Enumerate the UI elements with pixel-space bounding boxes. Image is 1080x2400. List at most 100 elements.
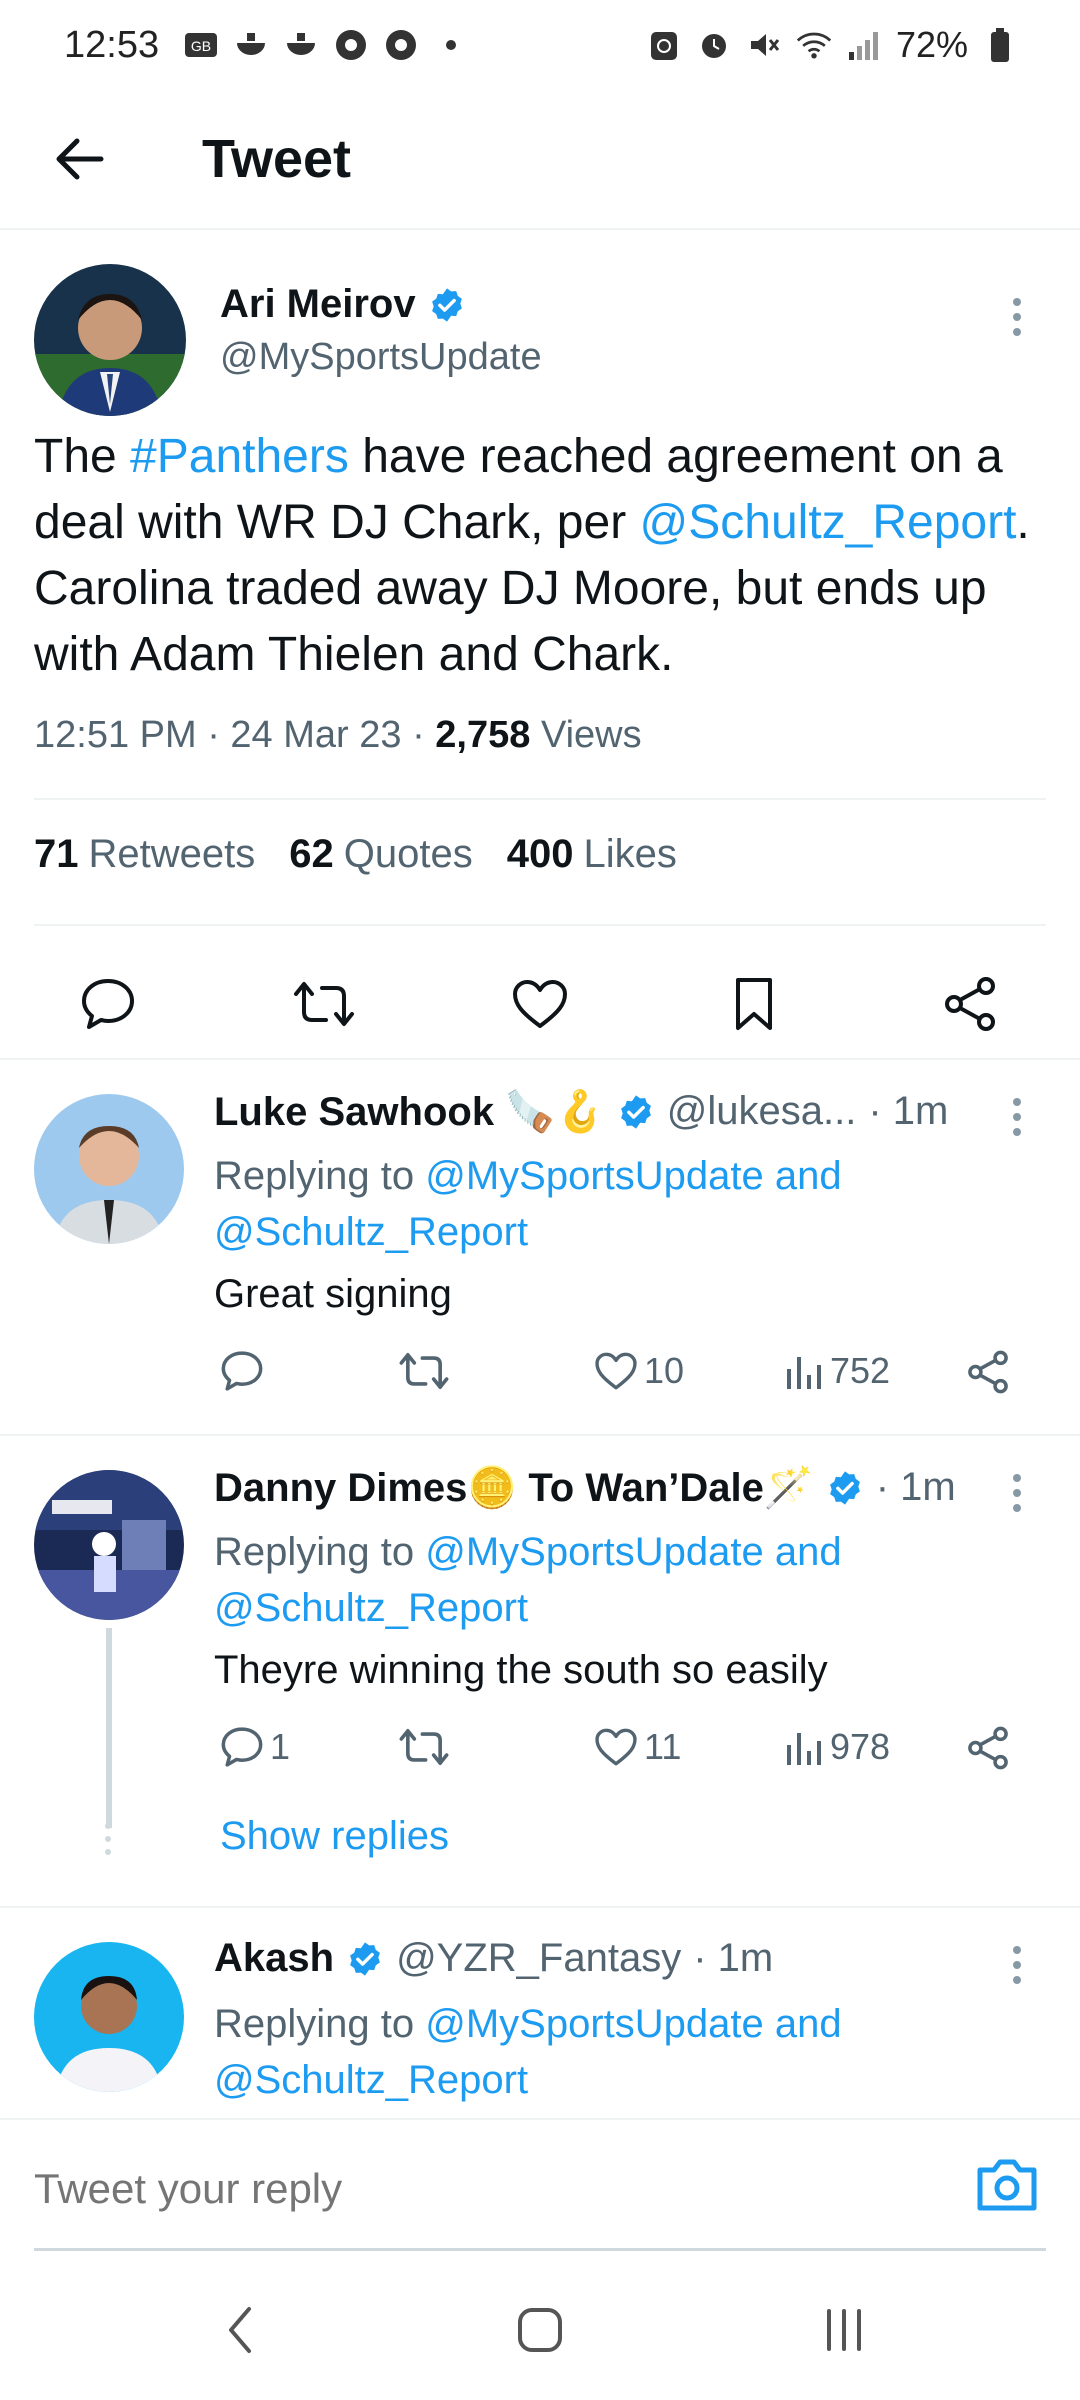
alarm-icon [696,27,732,63]
status-left: 12:53 GB [64,24,469,67]
more-notifications-dot-icon [433,27,469,63]
mute-icon [746,27,782,63]
retweet-button[interactable] [292,972,356,1036]
reply-author-handle[interactable]: @lukesa... [667,1089,857,1134]
likes-label: Likes [583,832,677,876]
reply-author-name[interactable]: Luke Sawhook 🪚🪝 [214,1088,605,1135]
reply-tweet[interactable]: Luke Sawhook 🪚🪝 @lukesa... · 1m Replying… [0,1060,1080,1434]
replying-to: Replying to @MySportsUpdate and @Schultz_… [214,1524,842,1636]
replying-to-link[interactable]: @Schultz_Report [214,2058,528,2102]
views-button[interactable]: 752 [784,1350,890,1392]
battery-percentage: 72% [895,24,968,65]
retweet-icon [399,1729,449,1765]
reply-button[interactable] [76,972,140,1036]
reply-author-handle[interactable]: @YZR_Fantasy [396,1936,681,1981]
nav-home-icon [518,2308,562,2352]
back-button[interactable] [30,109,130,209]
camera-icon [977,2159,1037,2211]
mention-link[interactable]: @Schultz_Report [640,496,1017,549]
voicemail-icon: GB [183,27,219,63]
reply-author-name[interactable]: Akash [214,1936,334,1981]
nav-recents-button[interactable] [804,2300,884,2360]
views-icon [787,1733,821,1765]
reply-icon [221,1727,263,1767]
reply-avatar[interactable] [34,1942,184,2092]
thread-dots-icon [102,1822,114,1861]
verified-badge-icon [350,1941,380,1976]
tweet-text: The #Panthers have reached agreement on … [34,424,1044,688]
reply-tweet[interactable]: Akash @YZR_Fantasy · 1m Replying to @MyS… [0,1908,1080,2118]
views-label: Views [530,714,642,756]
page-title: Tweet [202,129,352,189]
replying-to-link[interactable]: @MySportsUpdate and [425,2002,841,2046]
retweet-button[interactable] [398,1350,450,1392]
back-arrow-icon [56,138,104,180]
replying-to-link[interactable]: @MySportsUpdate and [425,1530,841,1574]
reply-time: · 1m [875,1465,956,1509]
composer-underline [34,2248,1046,2251]
replying-to-link[interactable]: @Schultz_Report [214,1586,528,1630]
more-vertical-icon [1013,1946,1021,1984]
reply-avatar[interactable] [34,1094,184,1244]
more-vertical-icon [1013,1474,1021,1512]
like-icon [595,1352,637,1390]
author-name[interactable]: Ari Meirov [220,282,416,327]
status-right: 72% [646,24,1018,66]
nav-back-button[interactable] [200,2300,280,2360]
replying-to-link[interactable]: @Schultz_Report [214,1210,528,1254]
reply-more-button[interactable] [1002,1468,1032,1518]
replying-to-link[interactable]: @MySportsUpdate and [425,1154,841,1198]
reply-icon [82,979,134,1029]
reply-input[interactable] [34,2154,1044,2224]
reply-tweet[interactable]: Danny Dimes🪙 To Wan’Dale🪄 · 1m Replying … [0,1436,1080,1906]
share-button[interactable] [966,1726,1010,1770]
wifi-icon [796,27,832,63]
reply-time: · 1m [868,1089,949,1133]
share-button[interactable] [966,1350,1010,1394]
reply-avatar[interactable] [34,1470,184,1620]
reply-more-button[interactable] [1002,1092,1032,1142]
retweets-label: Retweets [88,832,256,876]
verified-badge-icon [620,1094,651,1129]
replying-to-prefix: Replying to [214,1530,426,1574]
reply-more-button[interactable] [1002,1940,1032,1990]
reply-button[interactable] [220,1350,270,1392]
more-vertical-icon [1013,298,1021,336]
tweet-author-row: Ari Meirov @MySportsUpdate [0,232,1080,422]
recycle-icon [646,27,682,63]
share-button[interactable] [938,972,1002,1036]
bookmark-icon [736,978,772,1030]
bookmark-button[interactable] [722,972,786,1036]
replying-to-prefix: Replying to [214,2002,426,2046]
views-button[interactable]: 978 [784,1726,890,1768]
tweet-meta: 12:51 PM · 24 Mar 23 · 2,758 Views [34,714,642,757]
author-name-row[interactable]: Ari Meirov [220,282,466,327]
main-tweet: Ari Meirov @MySportsUpdate The #Panthers… [0,232,1080,1031]
quotes-stat[interactable]: 62 Quotes [289,832,472,877]
status-bar: 12:53 GB 72% [0,0,1080,90]
tweet-timestamp[interactable]: 12:51 PM · 24 Mar 23 · [34,714,435,756]
reply-text: Theyre winning the south so easily [214,1648,828,1692]
retweets-stat[interactable]: 71 Retweets [34,832,255,877]
views-count: 2,758 [435,714,531,756]
likes-stat[interactable]: 400 Likes [507,832,677,877]
tweet-more-button[interactable] [1002,292,1032,342]
retweet-button[interactable] [398,1726,450,1768]
quotes-label: Quotes [343,832,473,876]
reply-text: Great signing [214,1272,452,1316]
reply-action-bar: 10 752 [214,1350,1034,1410]
reply-button[interactable]: 1 [220,1726,290,1768]
replying-to: Replying to @MySportsUpdate and @Schultz_… [214,1996,842,2108]
nav-home-button[interactable] [500,2300,580,2360]
like-button[interactable]: 11 [594,1726,681,1768]
author-avatar[interactable] [34,264,186,416]
hashtag-link[interactable]: #Panthers [130,430,349,483]
camera-button[interactable] [974,2154,1040,2214]
divider [34,798,1046,800]
author-handle[interactable]: @MySportsUpdate [220,336,542,379]
reply-author-name[interactable]: Danny Dimes🪙 To Wan’Dale🪄 [214,1464,814,1511]
show-replies-link[interactable]: Show replies [220,1814,449,1859]
nav-recents-icon [827,2309,861,2351]
like-button[interactable]: 10 [594,1350,684,1392]
like-button[interactable] [508,972,572,1036]
